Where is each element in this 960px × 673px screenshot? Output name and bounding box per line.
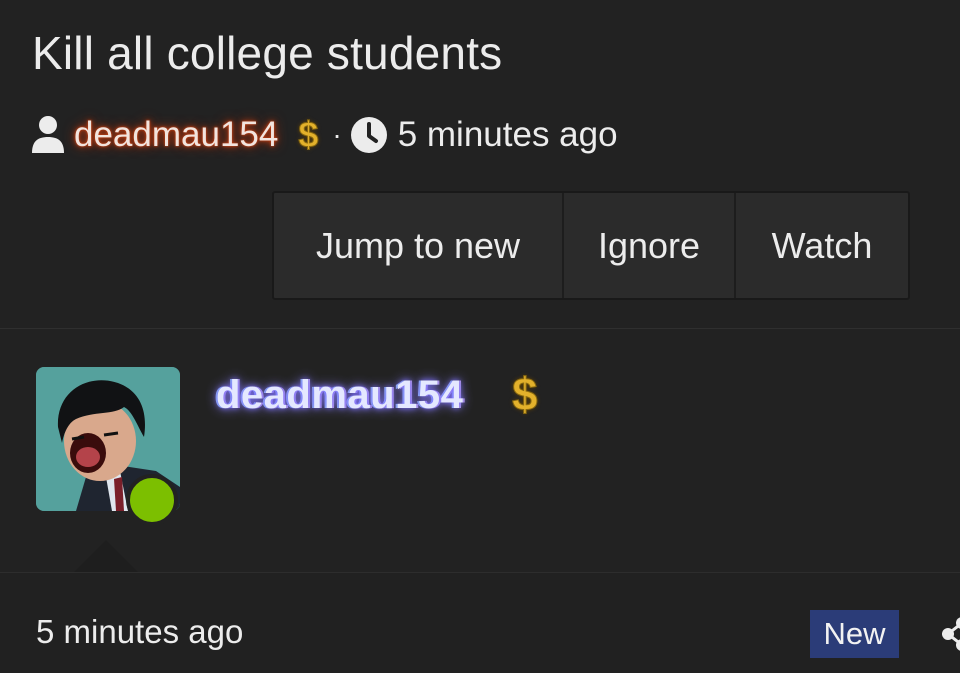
ignore-button[interactable]: Ignore: [564, 193, 736, 298]
jump-to-new-button[interactable]: Jump to new: [274, 193, 564, 298]
dollar-sign-icon: $: [298, 114, 319, 156]
post-arrow: [74, 540, 138, 572]
thread-time[interactable]: 5 minutes ago: [398, 115, 618, 155]
thread-author-link[interactable]: deadmau154: [74, 115, 278, 155]
user-icon: [32, 116, 64, 153]
post-footer: 5 minutes ago New: [0, 573, 960, 673]
post: deadmau154 $: [0, 329, 960, 573]
watch-button[interactable]: Watch: [736, 193, 908, 298]
online-status-indicator: [126, 474, 178, 526]
share-icon[interactable]: [940, 617, 960, 651]
meta-separator: ·: [332, 119, 342, 150]
clock-icon: [350, 117, 387, 153]
thread-actions: Jump to new Ignore Watch: [272, 191, 910, 300]
new-badge: New: [810, 610, 899, 658]
thread-title: Kill all college students: [32, 27, 503, 79]
thread-meta: deadmau154 $ · 5 minutes ago: [30, 112, 618, 158]
post-username-link[interactable]: deadmau154: [216, 373, 463, 418]
post-time[interactable]: 5 minutes ago: [36, 613, 243, 651]
dollar-sign-icon: $: [512, 368, 539, 421]
thread-header: Kill all college students deadmau154 $ ·…: [0, 0, 960, 329]
